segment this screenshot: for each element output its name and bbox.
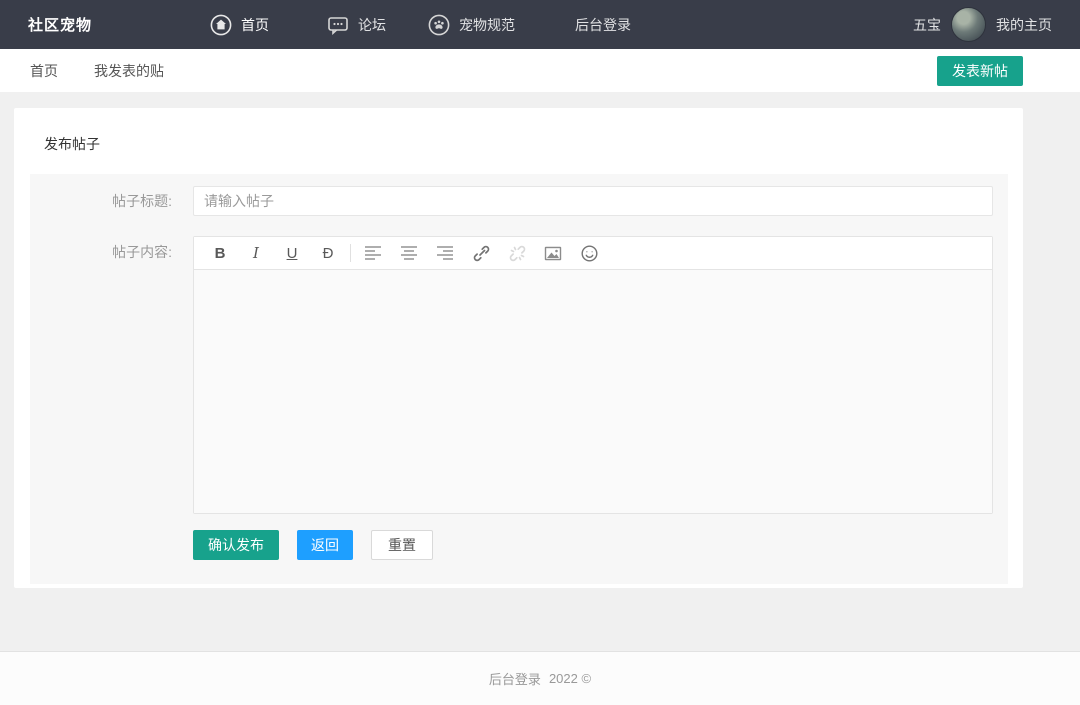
navbar-user-area: 五宝 我的主页 — [913, 7, 1052, 42]
confirm-publish-button[interactable]: 确认发布 — [193, 530, 279, 560]
bold-button[interactable]: B — [202, 237, 238, 270]
italic-button[interactable]: I — [238, 237, 274, 270]
nav-item-forum[interactable]: 论坛 — [327, 15, 386, 35]
align-center-icon[interactable] — [391, 237, 427, 270]
page-background: 发布帖子 帖子标题: 帖子内容: B I U Đ — [0, 92, 1080, 651]
link-icon[interactable] — [463, 237, 499, 270]
breadcrumb-bar: 首页 我发表的贴 发表新帖 — [0, 49, 1080, 92]
breadcrumb-home[interactable]: 首页 — [30, 61, 58, 81]
post-title-label: 帖子标题: — [112, 193, 172, 209]
footer-copyright: 2022 © — [548, 671, 592, 686]
forum-icon — [327, 15, 349, 35]
unlink-icon — [499, 237, 535, 270]
post-form-panel: 帖子标题: 帖子内容: B I U Đ — [30, 174, 1008, 584]
content-form-row: 帖子内容: B I U Đ — [30, 236, 1008, 514]
image-icon[interactable] — [535, 237, 571, 270]
align-left-icon[interactable] — [355, 237, 391, 270]
brand-title: 社区宠物 — [28, 17, 93, 34]
publish-post-card: 发布帖子 帖子标题: 帖子内容: B I U Đ — [14, 108, 1023, 588]
post-content-editor[interactable] — [194, 270, 992, 513]
form-actions: 确认发布 返回 重置 — [30, 530, 1008, 560]
nav-item-home[interactable]: 首页 — [210, 14, 269, 36]
nav-item-label: 首页 — [241, 16, 270, 33]
username-label: 五宝 — [913, 16, 941, 33]
align-right-icon[interactable] — [427, 237, 463, 270]
nav-item-admin-login[interactable]: 后台登录 — [575, 15, 631, 35]
post-content-label: 帖子内容: — [112, 244, 172, 260]
footer-admin-login-link[interactable]: 后台登录 — [489, 669, 541, 688]
nav-item-pet-rules[interactable]: 宠物规范 — [428, 14, 515, 36]
back-button[interactable]: 返回 — [297, 530, 353, 560]
home-icon — [210, 14, 232, 36]
breadcrumb-my-posts[interactable]: 我发表的贴 — [94, 61, 164, 81]
nav-item-label: 后台登录 — [575, 16, 632, 33]
toolbar-divider — [350, 244, 351, 262]
paw-icon — [428, 14, 450, 36]
rich-text-editor: B I U Đ — [193, 236, 993, 514]
my-homepage-link[interactable]: 我的主页 — [996, 15, 1052, 35]
reset-button[interactable]: 重置 — [371, 530, 433, 560]
user-avatar[interactable] — [951, 7, 986, 42]
nav-item-label: 宠物规范 — [459, 16, 516, 33]
strikethrough-button[interactable]: Đ — [310, 237, 346, 270]
new-post-button[interactable]: 发表新帖 — [937, 55, 1023, 86]
nav-item-label: 论坛 — [358, 16, 387, 33]
card-title: 发布帖子 — [44, 136, 100, 152]
page-footer: 后台登录 2022 © — [0, 651, 1080, 705]
post-title-input[interactable] — [193, 186, 993, 216]
title-form-row: 帖子标题: — [30, 186, 1008, 216]
top-navbar: 社区宠物 首页 论坛 宠物规范 后台登录 五宝 我的主页 — [0, 0, 1080, 49]
editor-toolbar: B I U Đ — [194, 237, 992, 270]
emoji-icon[interactable] — [571, 237, 607, 270]
underline-button[interactable]: U — [274, 237, 310, 270]
